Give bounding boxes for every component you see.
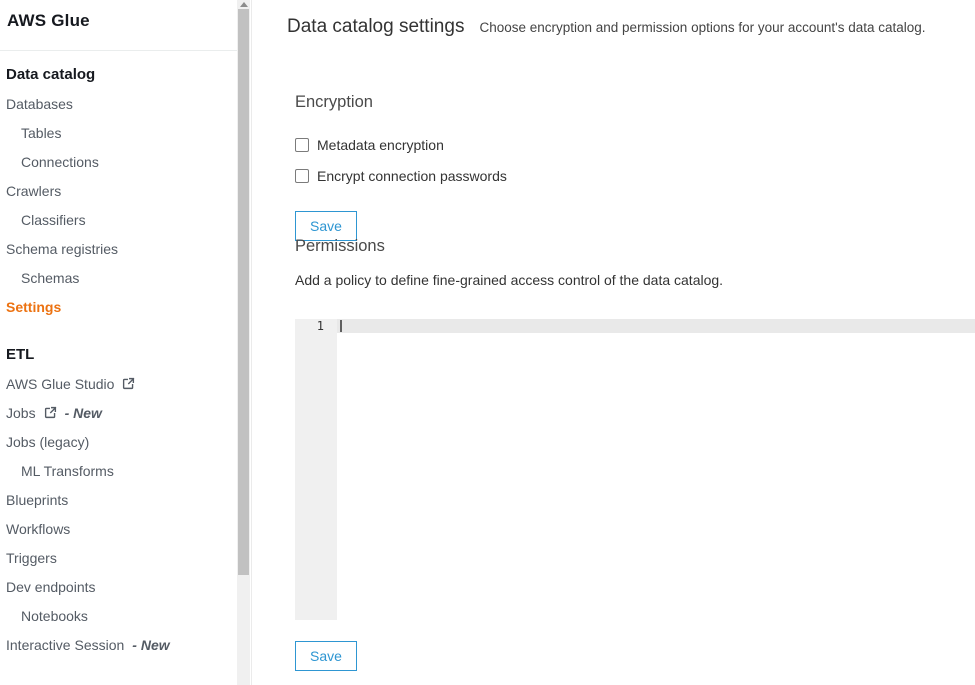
sidebar-item-label: Settings [6, 299, 61, 315]
page-title: Data catalog settings [287, 16, 464, 38]
sidebar-item-label: Tables [21, 125, 61, 141]
sidebar-item-schemas[interactable]: Schemas [6, 263, 251, 292]
editor-line-number: 1 [295, 319, 337, 333]
page-subtitle: Choose encryption and permission options… [479, 20, 925, 35]
sidebar-item-label: Connections [21, 154, 99, 170]
new-badge: - New [132, 637, 169, 653]
sidebar-item-databases[interactable]: Databases [6, 89, 251, 118]
sidebar-nav: Data catalog Databases Tables Connections Cr… [0, 60, 251, 659]
sidebar-item-blueprints[interactable]: Blueprints [6, 485, 251, 514]
sidebar-item-schema-registries[interactable]: Schema registries [6, 234, 251, 263]
encrypt-connection-passwords-row[interactable]: Encrypt connection passwords [295, 167, 507, 184]
main-content: Data catalog settings Choose encryption … [253, 0, 975, 685]
sidebar-item-aws-glue-studio[interactable]: AWS Glue Studio [6, 369, 251, 398]
scroll-up-icon[interactable] [237, 0, 250, 9]
editor-active-line [295, 319, 975, 333]
scrollbar-thumb[interactable] [238, 9, 249, 575]
permissions-description: Add a policy to define fine-grained acce… [295, 272, 975, 289]
sidebar-item-label: Dev endpoints [6, 579, 96, 595]
checkbox-label: Encrypt connection passwords [317, 168, 507, 184]
editor-gutter [295, 319, 337, 620]
sidebar-heading-data-catalog: Data catalog [6, 60, 251, 89]
sidebar-item-crawlers[interactable]: Crawlers [6, 176, 251, 205]
sidebar-item-settings[interactable]: Settings [6, 292, 251, 321]
sidebar-item-label: ML Transforms [21, 463, 114, 479]
sidebar-item-label: Data catalog [6, 66, 95, 83]
sidebar-item-label: Jobs (legacy) [6, 434, 89, 450]
metadata-encryption-checkbox[interactable] [295, 138, 309, 152]
encryption-heading: Encryption [295, 93, 507, 112]
sidebar-scrollbar[interactable] [237, 0, 250, 685]
metadata-encryption-row[interactable]: Metadata encryption [295, 136, 507, 153]
sidebar-item-label: Triggers [6, 550, 57, 566]
external-link-icon [122, 377, 135, 390]
encryption-section: Encryption Metadata encryption Encrypt c… [295, 93, 507, 241]
policy-editor[interactable]: 1 [295, 319, 975, 620]
page-header: Data catalog settings Choose encryption … [287, 16, 926, 38]
sidebar-item-label: Notebooks [21, 608, 88, 624]
sidebar-item-jobs[interactable]: Jobs - New [6, 398, 251, 427]
sidebar-item-label: Databases [6, 96, 73, 112]
encrypt-connection-passwords-checkbox[interactable] [295, 169, 309, 183]
sidebar-item-label: Workflows [6, 521, 70, 537]
sidebar: AWS Glue Data catalog Databases Tables Conn… [0, 0, 252, 685]
external-link-icon [44, 406, 57, 419]
sidebar-item-connections[interactable]: Connections [6, 147, 251, 176]
sidebar-item-label: Schemas [21, 270, 79, 286]
permissions-section: Permissions Add a policy to define fine-… [295, 237, 975, 671]
sidebar-item-tables[interactable]: Tables [6, 118, 251, 147]
new-badge: - New [65, 405, 102, 421]
editor-cursor [340, 320, 342, 332]
sidebar-item-label: Classifiers [21, 212, 86, 228]
sidebar-item-label: ETL [6, 346, 34, 363]
sidebar-item-classifiers[interactable]: Classifiers [6, 205, 251, 234]
sidebar-item-ml-transforms[interactable]: ML Transforms [6, 456, 251, 485]
sidebar-item-interactive-session[interactable]: Interactive Session - New [6, 630, 251, 659]
sidebar-item-label: Jobs [6, 405, 36, 421]
permissions-heading: Permissions [295, 237, 975, 256]
app-title: AWS Glue [7, 10, 251, 31]
sidebar-item-label: AWS Glue Studio [6, 376, 114, 392]
checkbox-label: Metadata encryption [317, 137, 444, 153]
sidebar-item-label: Blueprints [6, 492, 68, 508]
sidebar-item-dev-endpoints[interactable]: Dev endpoints [6, 572, 251, 601]
sidebar-item-workflows[interactable]: Workflows [6, 514, 251, 543]
sidebar-item-jobs-legacy[interactable]: Jobs (legacy) [6, 427, 251, 456]
sidebar-heading-etl: ETL [6, 340, 251, 369]
sidebar-item-notebooks[interactable]: Notebooks [6, 601, 251, 630]
sidebar-item-label: Crawlers [6, 183, 61, 199]
permissions-save-button[interactable]: Save [295, 641, 357, 671]
sidebar-item-label: Interactive Session [6, 637, 124, 653]
sidebar-item-label: Schema registries [6, 241, 118, 257]
sidebar-header: AWS Glue [0, 0, 251, 31]
sidebar-divider [0, 50, 237, 51]
sidebar-item-triggers[interactable]: Triggers [6, 543, 251, 572]
